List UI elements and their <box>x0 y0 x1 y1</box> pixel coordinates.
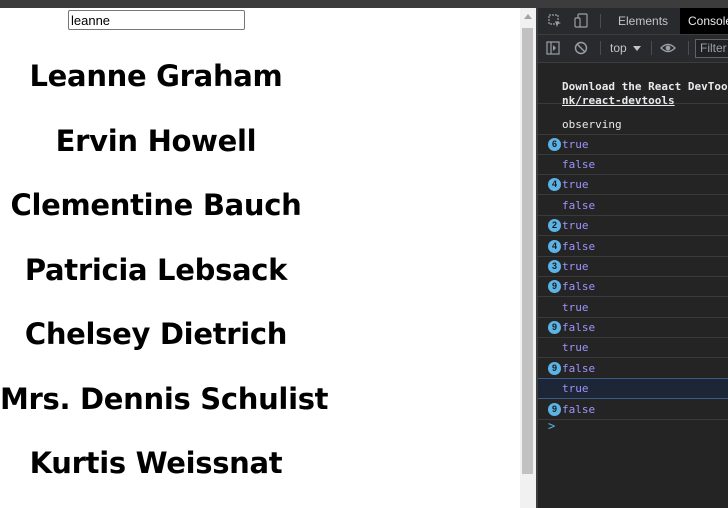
console-message-text: false <box>562 158 596 171</box>
console-message-text: true <box>562 260 589 273</box>
user-name: Kurtis Weissnat <box>29 446 283 480</box>
tab-elements[interactable]: Elements <box>610 8 676 34</box>
user-name: Patricia Lebsack <box>24 253 288 287</box>
console-message: Download the React DevTools nk/react-dev… <box>538 63 728 107</box>
console-message-text: true <box>562 382 589 395</box>
devtools-panel: Elements Console top Filter Download the… <box>538 8 728 508</box>
repeat-count-badge: 9 <box>548 403 561 416</box>
context-selector[interactable]: top <box>610 41 641 55</box>
console-message-text: true <box>562 341 589 354</box>
console-message-highlighted: true <box>538 378 728 399</box>
console-message-text: false <box>562 403 596 416</box>
repeat-count-badge: 4 <box>548 178 561 191</box>
toolbar-separator <box>688 41 689 55</box>
console-message: 6 true <box>538 135 728 155</box>
console-message: false <box>538 196 728 216</box>
scrollbar-thumb[interactable] <box>522 28 533 474</box>
console-message: false <box>538 155 728 175</box>
console-filter-input[interactable]: Filter <box>695 39 728 58</box>
tab-separator <box>600 14 601 28</box>
console-prompt-icon[interactable]: > <box>548 419 555 433</box>
console-message: 9 false <box>538 318 728 338</box>
react-devtools-message: Download the React DevTools <box>562 80 728 93</box>
app-page: Leanne Graham Ervin Howell Clementine Ba… <box>0 8 520 508</box>
console-message: true <box>538 338 728 358</box>
console-message: true <box>538 298 728 318</box>
user-name: Ervin Howell <box>55 124 257 158</box>
console-message: 9 false <box>538 277 728 297</box>
devtools-tab-bar: Elements Console <box>538 8 728 35</box>
repeat-count-badge: 3 <box>548 260 561 273</box>
toolbar-separator <box>600 41 601 55</box>
console-message-text: true <box>562 178 589 191</box>
sidebar-toggle-icon[interactable] <box>546 41 560 57</box>
console-message: 9 false <box>538 400 728 420</box>
window-top-bar <box>0 0 728 8</box>
user-name: Clementine Bauch <box>10 188 302 222</box>
console-message-text: false <box>562 362 596 375</box>
console-message: 9 false <box>538 359 728 379</box>
repeat-count-badge: 9 <box>548 321 561 334</box>
chevron-down-icon <box>632 46 641 52</box>
console-message: 2 true <box>538 216 728 236</box>
console-message-text: true <box>562 301 589 314</box>
context-label: top <box>610 41 627 55</box>
console-message-text: false <box>562 321 596 334</box>
console-message-text: true <box>562 219 589 232</box>
device-toolbar-icon[interactable] <box>574 13 588 30</box>
repeat-count-badge: 2 <box>548 219 561 232</box>
toolbar-separator <box>651 41 652 55</box>
console-message-text: false <box>562 199 596 212</box>
tab-console[interactable]: Console <box>680 8 728 34</box>
repeat-count-badge: 9 <box>548 280 561 293</box>
repeat-count-badge: 9 <box>548 362 561 375</box>
scroll-up-arrow-icon[interactable] <box>524 14 532 19</box>
user-name: Chelsey Dietrich <box>24 317 288 351</box>
console-message: 3 true <box>538 257 728 277</box>
page-scrollbar[interactable] <box>520 8 536 508</box>
console-message: observing <box>538 115 728 135</box>
react-devtools-link[interactable]: nk/react-devtools <box>562 94 675 108</box>
clear-console-icon[interactable] <box>574 41 588 57</box>
console-message: 4 false <box>538 237 728 257</box>
console-message: 4 true <box>538 175 728 195</box>
user-name: Leanne Graham <box>29 59 283 93</box>
console-message-text: observing <box>562 118 622 131</box>
eye-icon[interactable] <box>660 41 676 57</box>
repeat-count-badge: 6 <box>548 138 561 151</box>
user-name: Mrs. Dennis Schulist <box>0 382 329 416</box>
inspect-element-icon[interactable] <box>548 14 562 30</box>
console-message-text: false <box>562 280 596 293</box>
console-message-text: true <box>562 138 589 151</box>
console-message-text: false <box>562 240 596 253</box>
console-toolbar: top Filter <box>538 35 728 63</box>
search-input[interactable] <box>68 10 245 30</box>
repeat-count-badge: 4 <box>548 240 561 253</box>
